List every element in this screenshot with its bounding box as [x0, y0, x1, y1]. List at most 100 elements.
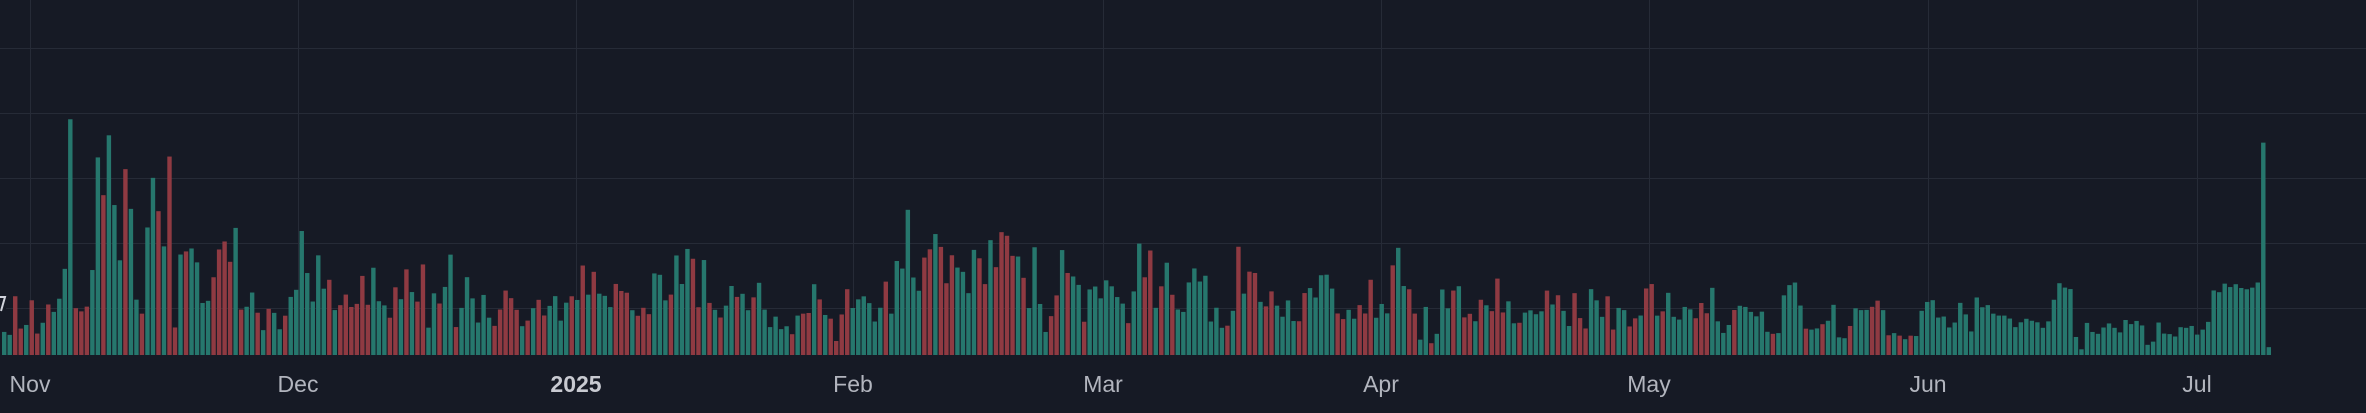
volume-bar	[497, 309, 503, 355]
volume-bar	[690, 258, 696, 355]
volume-bar	[139, 313, 145, 355]
volume-bar	[685, 248, 690, 355]
volume-bar	[580, 265, 585, 355]
volume-bar	[1649, 284, 1654, 355]
volume-bar	[382, 305, 387, 355]
volume-bar	[630, 310, 635, 355]
volume-bar	[800, 313, 806, 355]
volume-bar	[2007, 318, 2013, 355]
volume-bar	[1396, 247, 1401, 355]
volume-bar	[955, 267, 960, 355]
volume-bar	[1462, 317, 1467, 355]
volume-bar	[2255, 282, 2260, 355]
volume-bar	[933, 234, 938, 355]
volume-bar	[475, 322, 481, 355]
volume-bar	[112, 205, 117, 355]
chart-grid	[0, 0, 2366, 355]
volume-bar	[1258, 301, 1263, 355]
volume-bar	[641, 307, 646, 355]
volume-bar	[1671, 316, 1676, 355]
volume-bar	[2200, 329, 2205, 355]
volume-bar	[2266, 347, 2272, 355]
volume-bar	[1197, 281, 1203, 355]
volume-bar	[1550, 304, 1555, 355]
volume-bar	[1715, 321, 1721, 355]
volume-bar	[756, 282, 762, 355]
volume-bar	[1858, 310, 1864, 355]
volume-bar	[1522, 312, 1528, 355]
volume-bar	[1594, 300, 1599, 355]
volume-bar	[227, 261, 233, 355]
volume-bar	[1181, 311, 1186, 355]
volume-bar	[1429, 343, 1434, 355]
volume-bar	[1517, 322, 1522, 355]
volume-bar	[189, 248, 194, 355]
volume-bar	[2095, 333, 2101, 355]
volume-bar	[299, 231, 304, 355]
volume-bar	[1153, 307, 1158, 355]
volume-bar	[1340, 319, 1346, 355]
volume-bar	[1385, 313, 1390, 355]
volume-bar	[1605, 296, 1610, 355]
volume-bar	[1792, 282, 1798, 355]
volume-bar	[1214, 307, 1219, 355]
volume-bar	[1787, 285, 1792, 355]
volume-bar	[1070, 276, 1076, 355]
volume-bar	[1902, 339, 1908, 355]
volume-bar	[2035, 322, 2040, 355]
volume-bar	[349, 306, 354, 355]
volume-bar	[1170, 294, 1175, 355]
volume-bar	[635, 315, 641, 355]
volume-bar	[95, 157, 101, 355]
volume-bar	[205, 300, 211, 355]
volume-bar	[993, 267, 999, 355]
volume-bars-plot: Nov Dec 2025 Feb Mar Apr May Jun Jul	[0, 0, 2366, 397]
volume-bar	[878, 307, 883, 355]
volume-bar	[2079, 349, 2084, 356]
volume-bar	[1577, 318, 1583, 355]
volume-bar	[2084, 322, 2090, 355]
volume-bar	[1820, 324, 1825, 355]
volume-bar	[839, 314, 844, 355]
volume-bar	[200, 302, 205, 355]
volume-bar	[1627, 326, 1632, 355]
volume-bar	[1781, 295, 1787, 355]
volume-bar	[1528, 310, 1533, 355]
volume-bar	[2183, 327, 2189, 355]
volume-bar	[123, 169, 128, 355]
volume-bar	[1203, 275, 1208, 355]
volume-bar	[387, 317, 393, 355]
volume-bar	[1236, 246, 1241, 355]
volume-bar	[178, 254, 183, 355]
volume-bar	[1869, 306, 1875, 355]
volume-bar	[211, 277, 216, 355]
volume-bar	[2128, 324, 2134, 355]
volume-bar	[1919, 310, 1924, 355]
x-tick-label: Feb	[833, 371, 873, 397]
volume-bar	[1164, 262, 1170, 355]
volume-bar	[822, 314, 828, 355]
volume-bar	[150, 177, 156, 355]
volume-bar	[2233, 284, 2238, 355]
volume-bar	[338, 305, 343, 355]
volume-bar	[867, 303, 872, 355]
volume-bar	[117, 260, 123, 355]
volume-chart: Nov Dec 2025 Feb Mar Apr May Jun Jul	[0, 0, 2366, 408]
volume-bar	[327, 279, 332, 355]
volume-bar	[40, 322, 45, 355]
x-tick-label: Jun	[1909, 371, 1946, 397]
volume-bar	[266, 308, 271, 355]
volume-bar	[2206, 321, 2211, 355]
volume-bar	[657, 274, 663, 355]
volume-bar	[668, 294, 674, 355]
volume-bar	[729, 285, 734, 355]
volume-bar	[613, 283, 619, 355]
volume-bar	[376, 301, 382, 355]
volume-bar	[271, 312, 277, 355]
volume-bar	[674, 255, 679, 355]
volume-bar	[1401, 286, 1406, 355]
volume-bar	[24, 324, 29, 355]
volume-bar	[1891, 333, 1897, 355]
volume-bar	[1434, 333, 1439, 355]
volume-bar	[773, 316, 778, 355]
